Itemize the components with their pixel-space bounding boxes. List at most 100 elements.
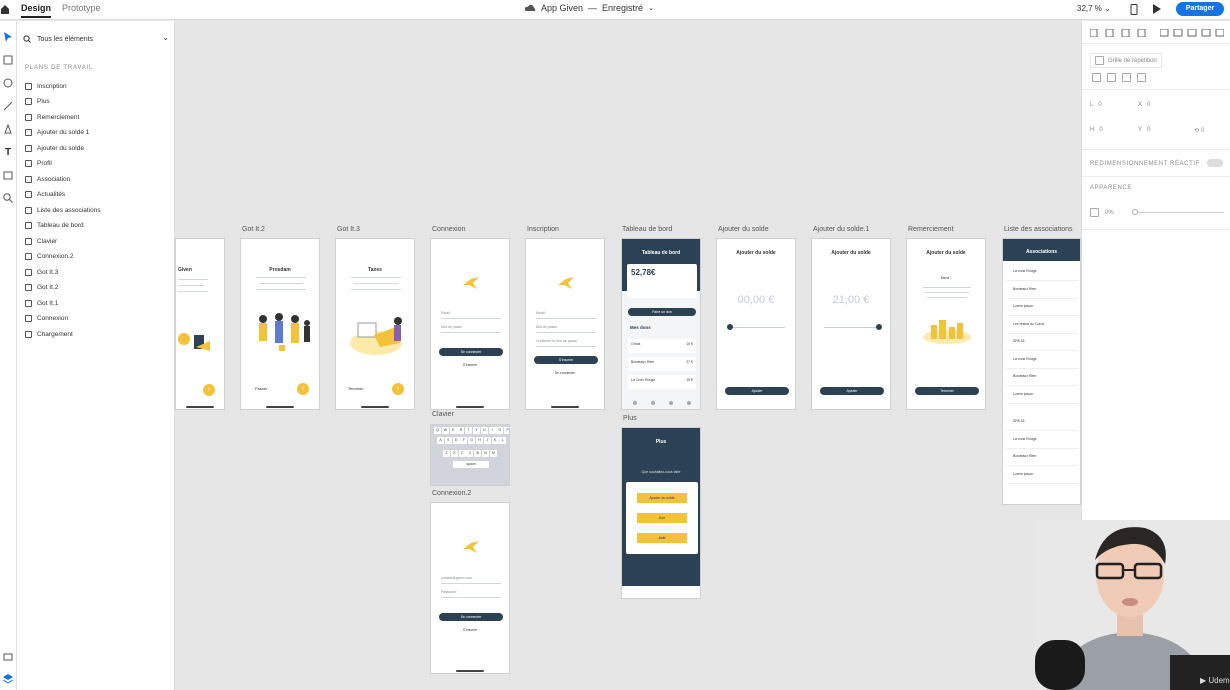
association-item[interactable]: Bordeaux Rem <box>1007 372 1078 386</box>
association-item[interactable]: La croix Rouge <box>1007 355 1078 369</box>
keyboard-key[interactable]: Z <box>443 450 450 457</box>
layer-item[interactable]: Got It.3 <box>25 266 58 278</box>
pen-tool-icon[interactable] <box>2 123 14 135</box>
next-button[interactable]: › <box>297 383 309 395</box>
keyboard-key[interactable]: W <box>441 427 449 434</box>
login-link[interactable]: Se connecter <box>526 371 604 375</box>
align-horizontal-icons[interactable] <box>1160 29 1224 37</box>
amount-slider-handle[interactable] <box>727 324 733 330</box>
keyboard-key[interactable]: R <box>457 427 465 434</box>
layer-item[interactable]: Plus <box>25 96 50 108</box>
next-button[interactable]: › <box>392 383 404 395</box>
artboard-plus[interactable]: Plus Que souhaitez-vous faire Ajouter du… <box>621 427 701 599</box>
keyboard-key[interactable]: M <box>489 450 497 457</box>
finish-link[interactable]: Terminer <box>348 386 364 391</box>
amount-slider-handle[interactable] <box>876 324 882 330</box>
share-button[interactable]: Partager <box>1176 2 1224 16</box>
assets-panel-icon[interactable] <box>2 673 14 685</box>
keyboard-key[interactable]: K <box>491 437 499 444</box>
layer-item[interactable]: Chargement <box>25 328 73 340</box>
layer-item[interactable]: Got It.1 <box>25 297 58 309</box>
association-item[interactable]: Bordeaux Rem <box>1007 285 1078 299</box>
layer-item[interactable]: Connexion.2 <box>25 251 74 263</box>
repeat-grid-button[interactable]: Grille de répétition <box>1090 53 1162 68</box>
keyboard-key[interactable]: S <box>444 437 452 444</box>
layers-filter[interactable]: Tous les éléments ⌄ <box>23 31 169 47</box>
keyboard-key[interactable]: X <box>450 450 458 457</box>
login-button[interactable]: Se connecter <box>439 613 503 621</box>
responsive-resize-toggle[interactable] <box>1207 159 1223 167</box>
keyboard-key[interactable]: N <box>482 450 489 457</box>
skip-link[interactable]: Passer <box>255 386 267 391</box>
opacity-slider[interactable] <box>1134 212 1224 213</box>
layer-item[interactable]: Ajouter du solde 1 <box>25 127 89 139</box>
artboard-ajouter-du-solde-1[interactable]: Ajouter du solde 21,00 € Ajouter <box>811 238 891 410</box>
donation-row[interactable]: Ghost 10 € <box>628 339 696 353</box>
home-icon[interactable] <box>0 2 10 16</box>
signup-link[interactable]: S'inscrire <box>431 363 509 367</box>
association-item[interactable]: Lorem ipsum <box>1007 302 1078 316</box>
layer-item[interactable]: Got It.2 <box>25 282 58 294</box>
login-button[interactable]: Se connecter <box>439 348 503 356</box>
opacity-slider-handle[interactable] <box>1132 209 1138 215</box>
association-item[interactable]: Lorem ipsum <box>1007 470 1078 484</box>
design-canvas[interactable]: Given › Got It.2 Prosdam Passer › Got It… <box>175 21 1081 690</box>
keyboard-key[interactable]: Y <box>473 427 480 434</box>
rectangle-tool-icon[interactable] <box>2 54 14 66</box>
keyboard-key[interactable]: F <box>460 437 468 444</box>
zoom-level[interactable]: 32,7 % ⌄ <box>1077 4 1111 13</box>
help-option[interactable]: Aide <box>637 533 687 543</box>
layer-item[interactable]: Actualités <box>25 189 65 201</box>
keyboard-key[interactable]: Q <box>434 427 441 434</box>
keyboard-key[interactable]: B <box>474 450 482 457</box>
text-tool-icon[interactable]: T <box>2 146 14 158</box>
donate-option[interactable]: Don <box>637 513 687 523</box>
add-balance-option[interactable]: Ajouter du solde <box>637 493 687 503</box>
next-button[interactable]: › <box>203 384 215 396</box>
line-tool-icon[interactable] <box>2 100 14 112</box>
keyboard-key[interactable]: L <box>499 437 507 444</box>
layer-item[interactable]: Tableau de bord <box>25 220 84 232</box>
signup-button[interactable]: S'inscrire <box>534 356 598 364</box>
keyboard-key[interactable]: H <box>476 437 483 444</box>
keyboard-key[interactable]: A <box>437 437 444 444</box>
layer-item[interactable]: Liste des associations <box>25 204 101 216</box>
association-item[interactable]: La croix Rouge <box>1007 435 1078 449</box>
add-balance-button[interactable]: Ajouter <box>725 387 789 395</box>
layer-item[interactable]: Remerciement <box>25 111 79 123</box>
artboard-got-it-2[interactable]: Prosdam Passer › <box>240 238 320 410</box>
association-item[interactable]: SPA 33 <box>1007 417 1078 431</box>
space-key[interactable]: space <box>453 461 489 468</box>
width-field[interactable]: L 0 <box>1090 102 1102 108</box>
keyboard-key[interactable]: P <box>504 427 509 434</box>
artboard-got-it-3[interactable]: Taxes Terminer › <box>335 238 415 410</box>
tab-prototype[interactable]: Prototype <box>62 3 101 13</box>
add-balance-button[interactable]: Ajouter <box>820 387 884 395</box>
artboard-tool-icon[interactable] <box>2 169 14 181</box>
association-item[interactable]: Bordeaux Rem <box>1007 452 1078 466</box>
association-item[interactable]: La croix Rouge <box>1007 267 1078 281</box>
layers-panel-icon[interactable] <box>2 651 14 663</box>
tab-design[interactable]: Design <box>21 3 52 18</box>
layer-item[interactable]: Ajouter du solde <box>25 142 84 154</box>
keyboard-key[interactable]: I <box>488 427 496 434</box>
x-field[interactable]: X 0 <box>1138 102 1150 108</box>
keyboard-key[interactable]: O <box>496 427 504 434</box>
artboard-tableau-de-bord[interactable]: Tableau de bord 52,78€ Faire un don Mes … <box>621 238 701 410</box>
layer-item[interactable]: Association <box>25 173 70 185</box>
artboard-inscription[interactable]: Email Mot de passe Confirmer le mot de p… <box>525 238 605 410</box>
layer-item[interactable]: Inscription <box>25 80 67 92</box>
keyboard-key[interactable]: J <box>483 437 491 444</box>
keyboard-key[interactable]: U <box>480 427 488 434</box>
association-item[interactable]: Lorem ipsum <box>1007 390 1078 404</box>
keyboard-key[interactable]: V <box>466 450 474 457</box>
artboard-given[interactable]: Given › <box>175 238 225 410</box>
donation-row[interactable]: La Croix Rouge 15 € <box>628 375 696 389</box>
play-icon[interactable] <box>1152 4 1161 14</box>
artboard-connexion-2[interactable]: contact@given.com Password Se connecter … <box>430 502 510 674</box>
zoom-tool-icon[interactable] <box>2 192 14 204</box>
layer-item[interactable]: Clavier <box>25 235 57 247</box>
donation-row[interactable]: Bordeaux Rem 27 € <box>628 357 696 371</box>
opacity-control[interactable]: 0% <box>1090 208 1114 217</box>
artboard-liste-associations[interactable]: Associations La croix Rouge Bordeaux Rem L… <box>1002 238 1081 505</box>
